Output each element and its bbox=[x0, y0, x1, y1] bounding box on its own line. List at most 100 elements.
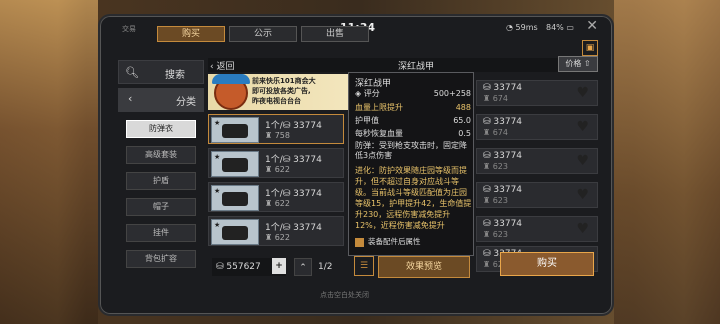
background-scene bbox=[0, 0, 98, 324]
banner-line-1: 前来快乐101商会大 bbox=[252, 77, 316, 85]
battery-level: 84% bbox=[546, 23, 564, 32]
heart-icon[interactable]: ♥ bbox=[576, 119, 589, 135]
tab-bar: 购买 公示 出售 bbox=[157, 26, 369, 42]
tab-notice[interactable]: 公示 bbox=[229, 26, 297, 42]
close-icon[interactable]: ✕ bbox=[586, 18, 598, 34]
banner-text: 前来快乐101商会大 即可投放各类广告, 昨夜电视台台台 bbox=[252, 76, 316, 106]
star-icon: ★ bbox=[214, 119, 221, 127]
list-item[interactable]: ⛁ 33774 ♜ 674 ♥ bbox=[476, 114, 598, 140]
wifi-icon: ◔ 59ms bbox=[506, 23, 538, 32]
score-value: 622 bbox=[274, 165, 290, 174]
armor-icon bbox=[222, 192, 248, 206]
page-indicator: 1/2 bbox=[318, 262, 333, 272]
buy-button[interactable]: 购买 bbox=[500, 252, 594, 276]
heart-icon[interactable]: ♥ bbox=[576, 221, 589, 237]
battery-icon: 84% ▭ bbox=[546, 23, 574, 32]
score-value: 622 bbox=[274, 233, 290, 242]
category-label: 分类 bbox=[176, 97, 196, 108]
list-icon[interactable]: ☰ bbox=[354, 256, 374, 276]
preview-button[interactable]: 效果预览 bbox=[378, 256, 470, 278]
category-armor[interactable]: 防弹衣 bbox=[126, 120, 196, 138]
item-score: ♜ 674 bbox=[483, 128, 508, 137]
list-item[interactable]: ⛁ 33774 ♜ 623 ♥ bbox=[476, 182, 598, 208]
category-pendant[interactable]: 挂件 bbox=[126, 224, 196, 242]
star-icon: ★ bbox=[214, 153, 221, 161]
back-button[interactable]: ‹ 返回 bbox=[210, 59, 234, 72]
hp-value: 488 bbox=[455, 103, 471, 112]
item-score: ♜ 623 bbox=[483, 162, 508, 171]
star-icon: ★ bbox=[214, 221, 221, 229]
tooltip-score: ◈ 评分 500+258 bbox=[355, 89, 471, 98]
page-title: 深红战甲 bbox=[398, 62, 435, 72]
clipboard-icon[interactable]: ▣ bbox=[582, 40, 598, 56]
regen-label: 每秒恢复血量 bbox=[355, 129, 403, 138]
armor-icon bbox=[222, 226, 248, 240]
category-shield[interactable]: 护盾 bbox=[126, 172, 196, 190]
price-value: 33774 bbox=[293, 155, 322, 165]
mascot-hat bbox=[212, 74, 250, 84]
list-item[interactable]: ★ 1个/⛁ 33774 ♜ 622 bbox=[208, 182, 344, 212]
price-value: 33774 bbox=[293, 121, 322, 131]
list-item[interactable]: ★ 1个/⛁ 33774 ♜ 758 bbox=[208, 114, 344, 144]
app-name: 交易 bbox=[122, 25, 136, 33]
tab-buy[interactable]: 购买 bbox=[157, 26, 225, 42]
category-backpack[interactable]: 背包扩容 bbox=[126, 250, 196, 268]
breadcrumb: ‹ 返回 深红战甲 bbox=[208, 58, 598, 72]
score-value: 623 bbox=[492, 162, 508, 171]
attachment-toggle[interactable]: 装备配件后属性 bbox=[355, 236, 473, 247]
category-button[interactable]: ‹ 分类 bbox=[118, 88, 204, 112]
ping: 59ms bbox=[515, 23, 538, 32]
list-item[interactable]: ⛁ 33774 ♜ 623 ♥ bbox=[476, 216, 598, 242]
price-value: 33774 bbox=[293, 189, 322, 199]
add-currency-button[interactable]: + bbox=[272, 258, 286, 274]
tooltip-armor: 护甲值 65.0 bbox=[355, 116, 473, 126]
category-list: 防弹衣 高级套装 护盾 帽子 挂件 背包扩容 bbox=[126, 120, 196, 276]
heart-icon[interactable]: ♥ bbox=[576, 85, 589, 101]
category-hat[interactable]: 帽子 bbox=[126, 198, 196, 216]
list-item[interactable]: ⛁ 33774 ♜ 674 ♥ bbox=[476, 80, 598, 106]
item-qty: 1个/ bbox=[265, 121, 283, 131]
price-value: 33774 bbox=[493, 117, 523, 127]
item-price: ⛁ 33774 bbox=[483, 185, 523, 195]
search-button[interactable]: 🔍︎ 搜索 bbox=[118, 60, 204, 84]
item-qty: 1个/ bbox=[265, 155, 283, 165]
banner-line-3: 昨夜电视台台台 bbox=[252, 97, 301, 105]
item-price: 1个/⛁ 33774 bbox=[265, 155, 322, 165]
list-item[interactable]: ⛁ 33774 ♜ 623 ♥ bbox=[476, 148, 598, 174]
background-scene-right bbox=[614, 0, 720, 324]
list-item[interactable]: ★ 1个/⛁ 33774 ♜ 622 bbox=[208, 148, 344, 178]
ad-banner[interactable]: 前来快乐101商会大 即可投放各类广告, 昨夜电视台台台 bbox=[208, 74, 350, 110]
star-icon: ★ bbox=[214, 187, 221, 195]
item-price: ⛁ 33774 bbox=[483, 219, 523, 229]
heart-icon[interactable]: ♥ bbox=[576, 153, 589, 169]
item-thumbnail: ★ bbox=[211, 151, 259, 177]
score-value: 623 bbox=[492, 196, 508, 205]
list-item[interactable]: ★ 1个/⛁ 33774 ♜ 622 bbox=[208, 216, 344, 246]
item-price: 1个/⛁ 33774 bbox=[265, 189, 322, 199]
checkbox-icon[interactable] bbox=[355, 237, 364, 247]
heart-icon[interactable]: ♥ bbox=[576, 187, 589, 203]
item-score: ♜ 674 bbox=[483, 94, 508, 103]
tooltip-title: 深红战甲 bbox=[355, 79, 392, 89]
score-value: 758 bbox=[274, 131, 290, 140]
item-price: 1个/⛁ 33774 bbox=[265, 223, 322, 233]
tooltip-hp: 血量上限提升 488 bbox=[355, 103, 473, 113]
page-up-button[interactable]: ⌃ bbox=[294, 258, 312, 276]
tooltip-advance: 进化：防护效果随庄园等级而提升，但不超过自身对应战斗等级。当前战斗等级匹配值为庄… bbox=[355, 166, 472, 230]
item-score: ♜ 758 bbox=[265, 131, 290, 140]
category-suit[interactable]: 高级套装 bbox=[126, 146, 196, 164]
armor-icon bbox=[222, 158, 248, 172]
sort-price-button[interactable]: 价格 ⇧ bbox=[558, 56, 598, 72]
tab-sell[interactable]: 出售 bbox=[301, 26, 369, 42]
sidebar: 🔍︎ 搜索 ‹ 分类 防弹衣 高级套装 护盾 帽子 挂件 背包扩容 bbox=[114, 58, 204, 292]
price-value: 33774 bbox=[493, 185, 523, 195]
item-price: ⛁ 33774 bbox=[483, 83, 523, 93]
item-thumbnail: ★ bbox=[211, 185, 259, 211]
tooltip-regen: 每秒恢复血量 0.5 bbox=[355, 129, 473, 139]
bottom-bar: ⛁ 557627 + ⌃ 1/2 ☰ 效果预览 购买 bbox=[212, 252, 614, 280]
item-score: ♜ 622 bbox=[265, 199, 290, 208]
item-score: ♜ 622 bbox=[265, 165, 290, 174]
search-label: 搜索 bbox=[165, 70, 185, 81]
pager: ⌃ 1/2 bbox=[294, 258, 354, 276]
banner-line-2: 即可投放各类广告, bbox=[252, 87, 311, 95]
